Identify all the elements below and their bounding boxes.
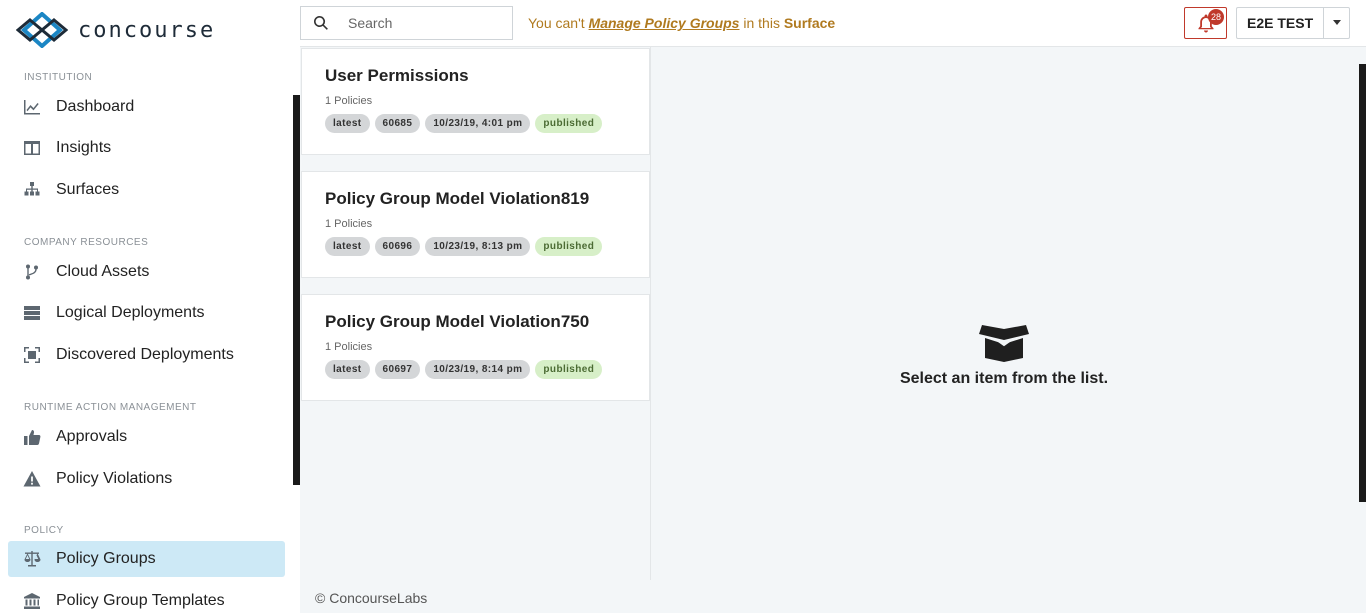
sidebar-item-discovered-deployments[interactable]: Discovered Deployments <box>8 337 285 373</box>
caret-down-icon <box>1332 20 1341 25</box>
detail-scrollbar[interactable] <box>1359 64 1366 502</box>
tag-date: 10/23/19, 8:14 pm <box>425 360 531 379</box>
card-tags: latest 60697 10/23/19, 8:14 pm published <box>325 360 649 379</box>
sidebar-item-approvals[interactable]: Approvals <box>8 419 285 455</box>
chart-line-icon <box>22 97 42 117</box>
sidebar: concourse INSTITUTION Dashboard Insights… <box>0 0 300 613</box>
sidebar-item-label: Policy Group Templates <box>56 592 225 609</box>
tag-status: published <box>535 237 603 256</box>
sidebar-item-label: Discovered Deployments <box>56 346 234 363</box>
policy-group-card[interactable]: User Permissions 1 Policies latest 60685… <box>301 48 650 155</box>
sidebar-item-label: Policy Groups <box>56 550 156 567</box>
notification-count-badge: 28 <box>1208 9 1224 25</box>
scan-icon <box>22 345 42 365</box>
sidebar-item-policy-group-templates[interactable]: Policy Group Templates <box>8 583 285 613</box>
card-subtitle: 1 Policies <box>325 95 373 107</box>
tag-date: 10/23/19, 8:13 pm <box>425 237 531 256</box>
copyright-text: © ConcourseLabs <box>315 590 428 606</box>
sidebar-item-cloud-assets[interactable]: Cloud Assets <box>8 254 285 290</box>
search-input[interactable] <box>348 15 498 31</box>
notice-middle: in this <box>739 15 784 31</box>
brand-name: concourse <box>78 17 216 43</box>
tag-date: 10/23/19, 4:01 pm <box>425 114 531 133</box>
section-title-runtime-action-management: RUNTIME ACTION MANAGEMENT <box>24 402 197 413</box>
sidebar-item-label: Cloud Assets <box>56 263 150 280</box>
card-subtitle: 1 Policies <box>325 341 373 353</box>
sidebar-item-insights[interactable]: Insights <box>8 130 285 166</box>
open-box-icon <box>979 325 1029 362</box>
empty-state: Select an item from the list. <box>651 322 1357 388</box>
notifications-button[interactable]: 28 <box>1184 7 1227 39</box>
section-title-institution: INSTITUTION <box>24 72 93 83</box>
balance-scale-icon <box>22 549 42 569</box>
tag-status: published <box>535 114 603 133</box>
sidebar-item-policy-groups[interactable]: Policy Groups <box>8 541 285 577</box>
branch-icon <box>22 262 42 282</box>
columns-icon <box>22 138 42 158</box>
tag-version: 60697 <box>374 360 421 379</box>
card-tags: latest 60696 10/23/19, 8:13 pm published <box>325 237 649 256</box>
server-icon <box>22 303 42 323</box>
tag-status: published <box>535 360 603 379</box>
tag-latest: latest <box>325 114 370 133</box>
section-title-company-resources: COMPANY RESOURCES <box>24 237 149 248</box>
sidebar-item-label: Approvals <box>56 428 128 445</box>
detail-panel: Select an item from the list. <box>651 47 1366 613</box>
notice-target: Surface <box>783 15 836 31</box>
card-title: Policy Group Model Violation750 <box>325 312 590 331</box>
user-menu-toggle[interactable] <box>1323 8 1349 38</box>
thumbs-up-icon <box>22 427 42 447</box>
top-bar: You can't Manage Policy Groups in this S… <box>300 0 1366 47</box>
card-tags: latest 60685 10/23/19, 4:01 pm published <box>325 114 649 133</box>
sidebar-item-label: Dashboard <box>56 98 135 115</box>
policy-group-card[interactable]: Policy Group Model Violation750 1 Polici… <box>301 294 650 401</box>
footer: © ConcourseLabs <box>300 580 651 613</box>
empty-state-text: Select an item from the list. <box>899 370 1109 387</box>
sidebar-item-policy-violations[interactable]: Policy Violations <box>8 461 285 497</box>
tag-latest: latest <box>325 237 370 256</box>
tag-version: 60685 <box>374 114 421 133</box>
tag-latest: latest <box>325 360 370 379</box>
section-title-policy: POLICY <box>24 525 64 536</box>
notice-prefix: You can't <box>528 15 589 31</box>
sidebar-item-label: Insights <box>56 139 112 156</box>
policy-group-card[interactable]: Policy Group Model Violation819 1 Polici… <box>301 171 650 278</box>
sidebar-item-logical-deployments[interactable]: Logical Deployments <box>8 295 285 331</box>
user-menu[interactable]: E2E TEST <box>1236 7 1350 39</box>
bank-icon <box>22 591 42 611</box>
permission-notice: You can't Manage Policy Groups in this S… <box>528 15 835 31</box>
sidebar-item-surfaces[interactable]: Surfaces <box>8 172 285 208</box>
logo[interactable]: concourse <box>16 12 215 48</box>
sidebar-item-dashboard[interactable]: Dashboard <box>8 89 285 125</box>
sidebar-item-label: Policy Violations <box>56 470 173 487</box>
card-title: User Permissions <box>325 66 469 85</box>
user-name[interactable]: E2E TEST <box>1237 15 1323 31</box>
search-box <box>300 6 513 40</box>
sidebar-item-label: Logical Deployments <box>56 304 205 321</box>
warning-icon <box>22 469 42 489</box>
card-subtitle: 1 Policies <box>325 218 373 230</box>
sidebar-item-label: Surfaces <box>56 181 120 198</box>
sidebar-scrollbar[interactable] <box>293 95 300 485</box>
concourse-logo-icon <box>16 12 68 48</box>
notice-action: Manage Policy Groups <box>588 15 740 31</box>
search-icon <box>314 16 328 30</box>
tag-version: 60696 <box>374 237 421 256</box>
policy-group-list: User Permissions 1 Policies latest 60685… <box>300 47 651 580</box>
card-title: Policy Group Model Violation819 <box>325 189 590 208</box>
sitemap-icon <box>22 180 42 200</box>
